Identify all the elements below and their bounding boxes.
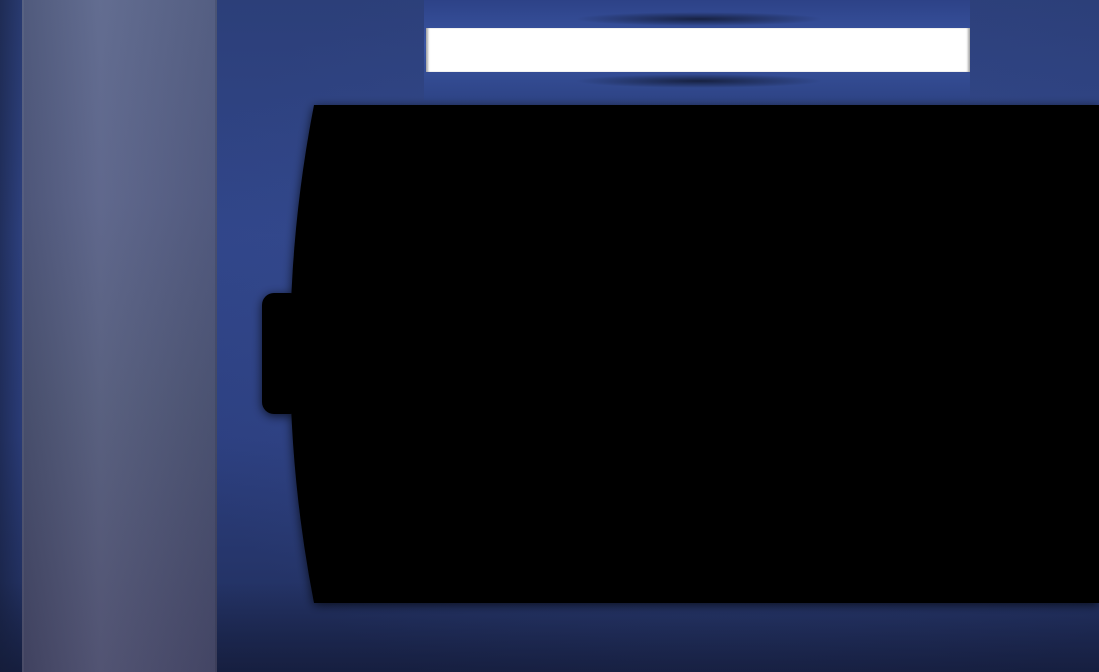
screen-display[interactable] — [256, 100, 1099, 608]
search-input[interactable] — [426, 28, 970, 72]
top-bar-shadow-bottom — [574, 74, 824, 88]
tab-handle-icon — [262, 293, 302, 414]
side-panel — [22, 0, 217, 672]
main-screen[interactable] — [256, 100, 1099, 608]
app-window — [0, 0, 1099, 672]
side-panel-sheen — [22, 0, 217, 672]
screen-body — [290, 105, 1099, 603]
top-bar-shadow-top — [574, 12, 824, 26]
